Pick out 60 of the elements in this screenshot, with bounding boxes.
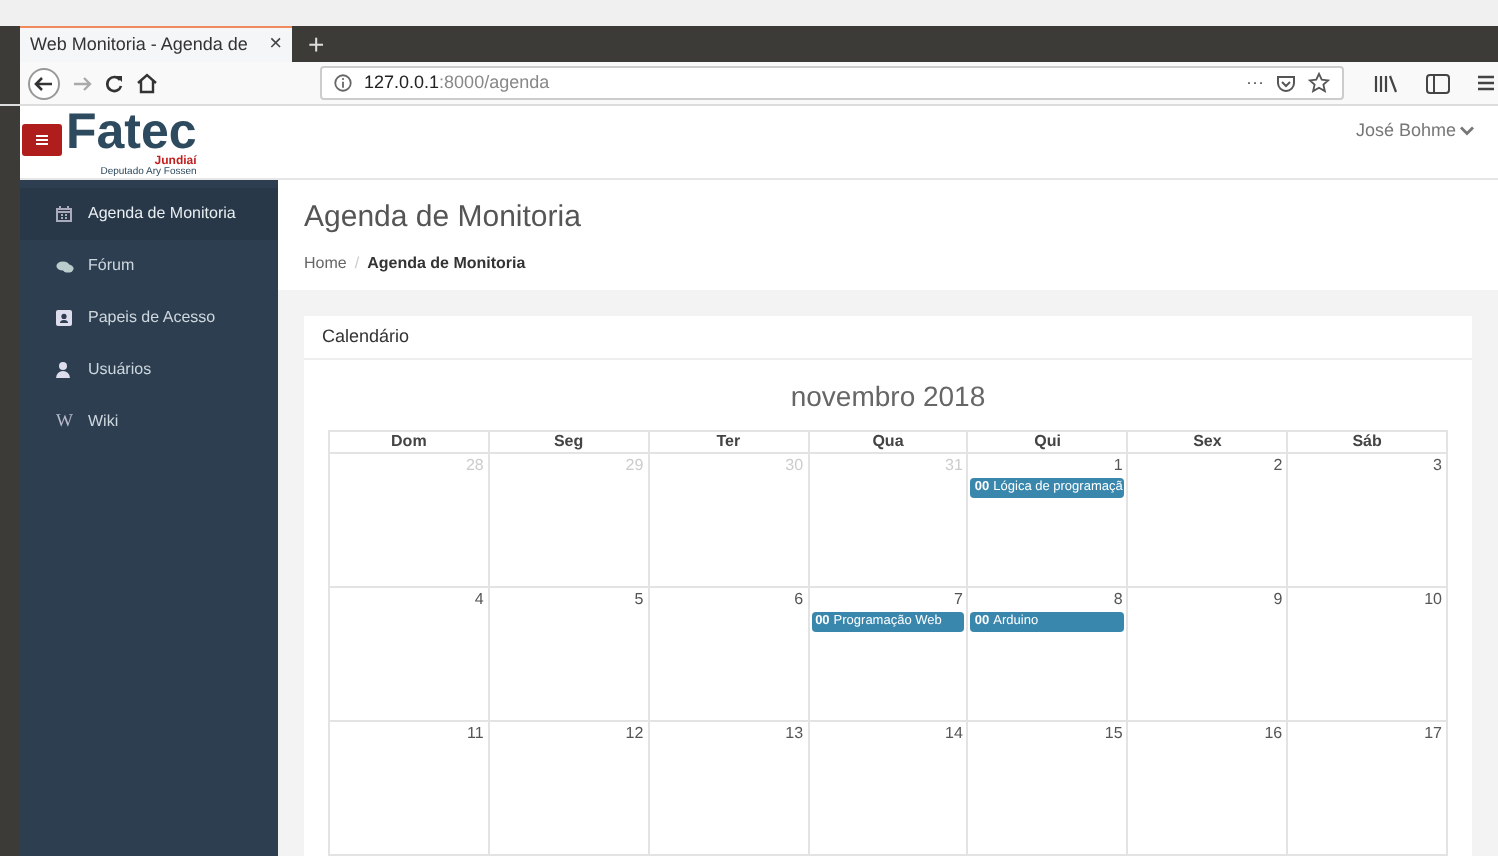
id-card-icon bbox=[56, 310, 72, 326]
day-number: 16 bbox=[1264, 722, 1285, 746]
breadcrumb-current: Agenda de Monitoria bbox=[367, 251, 526, 275]
sidebar-item[interactable]: Fórum bbox=[20, 240, 278, 292]
breadcrumb-separator: / bbox=[354, 251, 360, 275]
tab-title: Web Monitoria - Agenda de bbox=[30, 31, 250, 58]
new-tab-button[interactable]: + bbox=[292, 26, 341, 62]
star-icon[interactable] bbox=[1308, 72, 1330, 94]
weekday-header: Qui bbox=[968, 432, 1129, 454]
day-number: 17 bbox=[1424, 722, 1444, 746]
day-number: 10 bbox=[1424, 588, 1444, 612]
sidebar-item[interactable]: Papeis de Acesso bbox=[20, 292, 278, 344]
day-number: 14 bbox=[945, 722, 965, 746]
breadcrumb-link[interactable]: Home bbox=[304, 251, 347, 275]
day-number: 4 bbox=[474, 588, 486, 612]
day-number: 15 bbox=[1104, 722, 1125, 746]
weekday-header: Ter bbox=[649, 432, 810, 454]
day-number: 7 bbox=[953, 588, 965, 612]
sidebar-icon[interactable] bbox=[1426, 73, 1450, 93]
sidebar-item[interactable]: Usuários bbox=[20, 344, 278, 396]
info-icon bbox=[334, 74, 352, 92]
weekday-header: Seg bbox=[489, 432, 650, 454]
day-number: 12 bbox=[625, 722, 646, 746]
logo-text: Fatec bbox=[66, 108, 197, 156]
menu-icon[interactable] bbox=[22, 124, 62, 156]
weekday-header: Qua bbox=[809, 432, 969, 454]
calendar-icon bbox=[56, 206, 72, 222]
day-number: 1 bbox=[1113, 454, 1125, 478]
day-number: 2 bbox=[1273, 454, 1285, 478]
page-actions-button[interactable]: ··· bbox=[1246, 69, 1264, 97]
day-number: 3 bbox=[1433, 454, 1444, 478]
day-number: 8 bbox=[1113, 588, 1125, 612]
page-title: Agenda de Monitoria bbox=[304, 198, 583, 238]
back-icon[interactable] bbox=[28, 67, 60, 99]
menu-icon[interactable] bbox=[1478, 74, 1494, 92]
browser-tab[interactable]: Web Monitoria - Agenda de × bbox=[20, 26, 292, 62]
user-icon bbox=[56, 362, 70, 378]
weekday-header: Sex bbox=[1128, 432, 1289, 454]
reload-icon[interactable] bbox=[104, 73, 124, 93]
weekday-header: Dom bbox=[330, 432, 490, 454]
sidebar-item[interactable]: W Wiki bbox=[20, 396, 278, 448]
day-number: 11 bbox=[467, 722, 486, 746]
card-title: Calendário bbox=[322, 323, 410, 350]
chat-icon bbox=[56, 259, 74, 273]
user-menu[interactable]: José Bohme bbox=[1355, 118, 1474, 145]
day-number: 13 bbox=[785, 722, 806, 746]
library-icon[interactable] bbox=[1374, 73, 1398, 93]
weekday-header: Sáb bbox=[1288, 432, 1448, 454]
home-icon[interactable] bbox=[136, 72, 158, 94]
day-number: 5 bbox=[634, 588, 646, 612]
chevron-icon bbox=[1460, 126, 1474, 137]
month-title: novembro 2018 bbox=[788, 378, 988, 416]
sidebar-item[interactable]: Agenda de Monitoria bbox=[20, 188, 278, 240]
wiki-icon: W bbox=[56, 408, 73, 436]
close-icon[interactable]: × bbox=[269, 28, 282, 62]
pocket-icon[interactable] bbox=[1276, 73, 1296, 93]
address-bar[interactable]: 127.0.0.1:8000/agenda ··· bbox=[320, 66, 1344, 100]
url-text: 127.0.0.1:8000/agenda bbox=[364, 69, 552, 96]
day-number: 9 bbox=[1273, 588, 1285, 612]
day-number: 6 bbox=[794, 588, 806, 612]
